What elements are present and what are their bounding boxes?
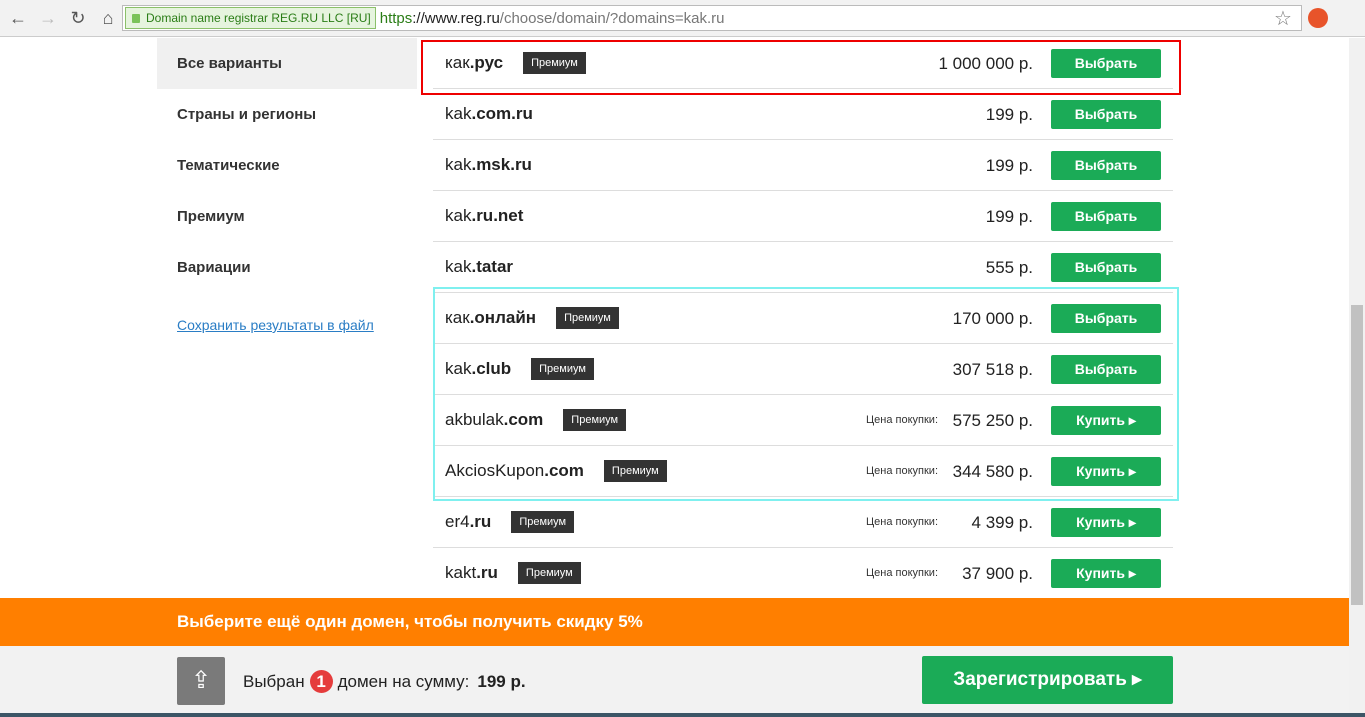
url-text[interactable]: https://www.reg.ru/choose/domain/?domain… — [380, 10, 725, 27]
premium-badge: Премиум — [511, 511, 575, 533]
url-host: ://www.reg.ru — [412, 9, 500, 27]
cart-middle-text: домен на сумму: — [337, 671, 470, 691]
domain-label: kak — [445, 155, 472, 174]
cart-count-badge: 1 — [309, 670, 333, 693]
browser-toolbar: ← → ↻ ⌂ Domain name registrar REG.RU LLC… — [0, 0, 1365, 37]
domain-label: kak — [445, 206, 472, 225]
filter-sidebar: Все варианты Страны и регионы Тематические… — [157, 38, 417, 293]
domain-row: kak.com.ru 199 р. Выбрать — [433, 89, 1173, 140]
save-results-link[interactable]: Сохранить результаты в файл — [177, 317, 374, 333]
sidebar-item[interactable]: Вариации — [157, 242, 417, 293]
highlight-cyan-box — [433, 287, 1179, 501]
domain-label: er4 — [445, 512, 470, 531]
select-domain-button[interactable]: Выбрать — [1051, 100, 1161, 129]
domain-row: kak.tatar 555 р. Выбрать — [433, 242, 1173, 293]
select-domain-button[interactable]: Выбрать — [1051, 253, 1161, 282]
domain-name[interactable]: kak.ru.net — [445, 206, 523, 226]
register-button[interactable]: Зарегистрировать ▸ — [922, 656, 1173, 704]
domain-label: kakt — [445, 563, 477, 582]
domain-row: er4.ru Премиум Цена покупки: 4 399 р. Купить… — [433, 497, 1173, 548]
domain-row: kak.msk.ru 199 р. Выбрать — [433, 140, 1173, 191]
domain-tld: .ru.net — [471, 206, 524, 225]
select-domain-button[interactable]: Купить ▸ — [1051, 508, 1161, 537]
domain-price: 199 р. — [985, 105, 1033, 124]
url-path: /choose/domain/?domains=kak.ru — [499, 9, 725, 27]
domain-tld: .com.ru — [471, 104, 533, 123]
select-domain-button[interactable]: Купить ▸ — [1051, 559, 1161, 588]
domain-price: 199 р. — [985, 207, 1033, 226]
bookmark-star-icon[interactable]: ☆ — [1274, 6, 1292, 31]
taskbar — [0, 713, 1365, 717]
cart-sum: 199 р. — [477, 671, 526, 691]
select-domain-button[interactable]: Выбрать — [1051, 151, 1161, 180]
domain-name[interactable]: kak.msk.ru — [445, 155, 532, 175]
domain-tld: .ru — [469, 512, 492, 531]
domain-row: kak.ru.net 199 р. Выбрать — [433, 191, 1173, 242]
domain-price: 37 900 р. — [962, 564, 1033, 583]
upload-icon[interactable]: ⇪ — [177, 657, 225, 705]
discount-promo-banner: Выберите ещё один домен, чтобы получить … — [0, 598, 1349, 646]
back-icon[interactable]: ← — [6, 8, 30, 29]
url-scheme: https — [379, 9, 413, 27]
domain-label: kak — [445, 104, 472, 123]
domain-price: 555 р. — [985, 258, 1033, 277]
select-domain-button[interactable]: Выбрать — [1051, 202, 1161, 231]
purchase-price-label: Цена покупки: — [866, 567, 938, 579]
domain-tld: .msk.ru — [471, 155, 532, 174]
domain-row: kakt.ru Премиум Цена покупки: 37 900 р. Купи… — [433, 548, 1173, 599]
domain-tld: .ru — [476, 563, 498, 582]
sidebar-item[interactable]: Все варианты — [157, 38, 417, 89]
cart-bar: ⇪ Выбран 1 домен на сумму: 199 р. Зареги… — [0, 646, 1349, 713]
home-icon[interactable]: ⌂ — [96, 8, 120, 29]
address-bar[interactable]: Domain name registrar REG.RU LLC [RU] ht… — [122, 5, 1302, 31]
domain-price: 199 р. — [985, 156, 1033, 175]
scrollbar-thumb[interactable] — [1351, 305, 1363, 605]
domain-name[interactable]: kakt.ru — [445, 563, 498, 583]
domain-label: kak — [445, 257, 472, 276]
cart-summary: Выбран 1 домен на сумму: 199 р. — [243, 670, 526, 693]
forward-icon[interactable]: → — [36, 8, 60, 29]
sidebar-item[interactable]: Страны и регионы — [157, 89, 417, 140]
domain-name[interactable]: er4.ru — [445, 512, 491, 532]
domain-name[interactable]: kak.tatar — [445, 257, 513, 277]
reload-icon[interactable]: ↻ — [66, 8, 90, 29]
sidebar-item[interactable]: Тематические — [157, 140, 417, 191]
highlight-red-box — [421, 40, 1181, 95]
ev-certificate-badge[interactable]: Domain name registrar REG.RU LLC [RU] — [125, 7, 376, 29]
domain-name[interactable]: kak.com.ru — [445, 104, 533, 124]
purchase-price-label: Цена покупки: — [866, 516, 938, 528]
scrollbar[interactable] — [1349, 38, 1365, 713]
cart-prefix: Выбран — [243, 671, 305, 691]
domain-price: 4 399 р. — [971, 513, 1033, 532]
extension-icon[interactable] — [1308, 8, 1328, 28]
sidebar-item[interactable]: Премиум — [157, 191, 417, 242]
domain-tld: .tatar — [471, 257, 514, 276]
premium-badge: Премиум — [517, 562, 581, 584]
